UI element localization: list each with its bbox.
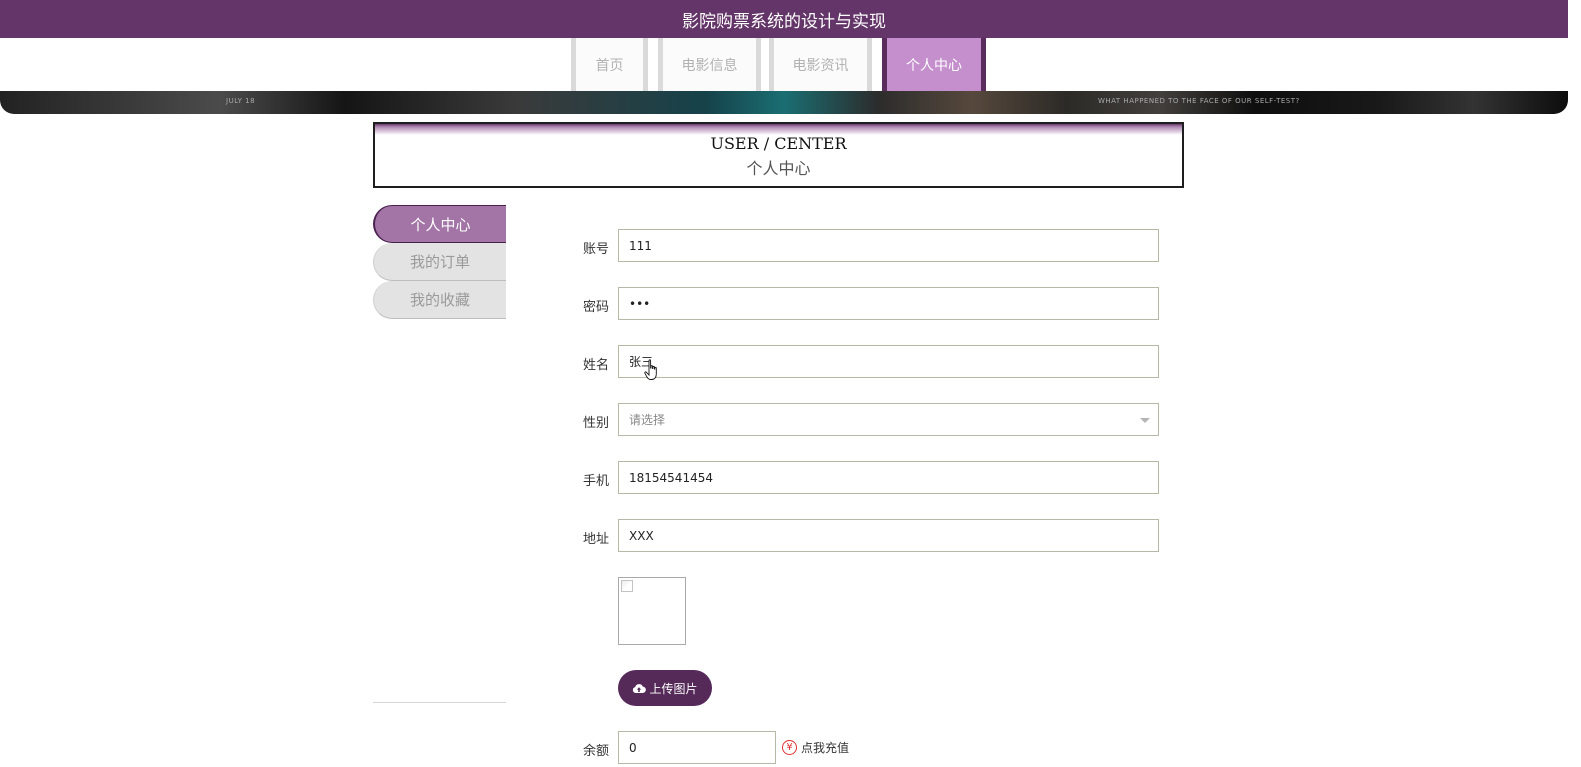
gender-label: 性别 — [583, 416, 610, 431]
yen-circle-icon: ¥ — [782, 740, 797, 755]
avatar-image-placeholder — [618, 577, 686, 645]
nav-tab-label: 首页 — [595, 57, 624, 74]
recharge-link[interactable]: ¥ 点我充值 — [782, 739, 849, 756]
name-field[interactable]: 张三 — [618, 345, 1159, 378]
address-label: 地址 — [583, 532, 610, 547]
sidebar-item-user-center[interactable]: 个人中心 — [373, 205, 506, 243]
phone-value: 18154541454 — [629, 470, 713, 485]
banner-image-strip: JULY 18 WHAT HAPPENED TO THE FACE OF OUR… — [0, 91, 1568, 114]
gender-select[interactable]: 请选择 — [618, 403, 1159, 436]
banner-caption-left: JULY 18 — [226, 97, 256, 105]
nav-tab-home[interactable]: 首页 — [571, 38, 648, 91]
gender-placeholder: 请选择 — [629, 413, 666, 427]
chevron-down-icon — [1140, 418, 1150, 423]
balance-value: 0 — [629, 740, 637, 755]
banner-caption-right: WHAT HAPPENED TO THE FACE OF OUR SELF-TE… — [1098, 97, 1300, 105]
nav-tab-movies[interactable]: 电影信息 — [658, 38, 761, 91]
nav-tab-user-center[interactable]: 个人中心 — [882, 38, 986, 91]
user-center-title-cn: 个人中心 — [746, 159, 811, 178]
account-label: 账号 — [583, 242, 610, 257]
app-title: 影院购票系统的设计与实现 — [682, 11, 886, 32]
nav-tab-label: 个人中心 — [906, 57, 962, 74]
recharge-label: 点我充值 — [801, 741, 850, 755]
main-nav: 首页 电影信息 电影资讯 个人中心 — [0, 38, 1568, 91]
name-label: 姓名 — [583, 358, 610, 373]
phone-field[interactable]: 18154541454 — [618, 461, 1159, 494]
cloud-upload-icon — [633, 683, 647, 693]
user-center-title-en: USER / CENTER — [710, 134, 847, 153]
sidebar-item-my-favorites[interactable]: 我的收藏 — [373, 281, 506, 319]
sidebar-item-my-orders[interactable]: 我的订单 — [373, 243, 506, 281]
balance-label: 余额 — [583, 744, 610, 759]
password-label: 密码 — [583, 300, 610, 315]
app-title-bar: 影院购票系统的设计与实现 — [0, 0, 1568, 38]
nav-tab-news[interactable]: 电影资讯 — [769, 38, 872, 91]
account-value: 111 — [629, 238, 652, 253]
upload-image-button[interactable]: 上传图片 — [618, 670, 712, 706]
sidebar-item-label: 个人中心 — [410, 215, 471, 234]
account-field[interactable]: 111 — [618, 229, 1159, 262]
address-field[interactable]: XXX — [618, 519, 1159, 552]
nav-tab-label: 电影资讯 — [792, 57, 849, 74]
nav-tab-label: 电影信息 — [681, 57, 738, 74]
hand-cursor-icon — [644, 359, 657, 380]
password-field[interactable]: ••• — [618, 287, 1159, 320]
sidebar-item-label: 我的订单 — [409, 253, 470, 271]
phone-label: 手机 — [583, 474, 610, 489]
user-center-header: USER / CENTER 个人中心 — [373, 122, 1184, 188]
upload-image-label: 上传图片 — [649, 681, 698, 696]
page-right-edge — [1568, 0, 1581, 767]
broken-image-icon — [621, 580, 633, 592]
address-value: XXX — [629, 528, 654, 543]
balance-field[interactable]: 0 — [618, 731, 776, 764]
sidebar-divider — [373, 702, 506, 703]
sidebar-item-label: 我的收藏 — [409, 291, 470, 309]
password-value: ••• — [629, 296, 651, 311]
